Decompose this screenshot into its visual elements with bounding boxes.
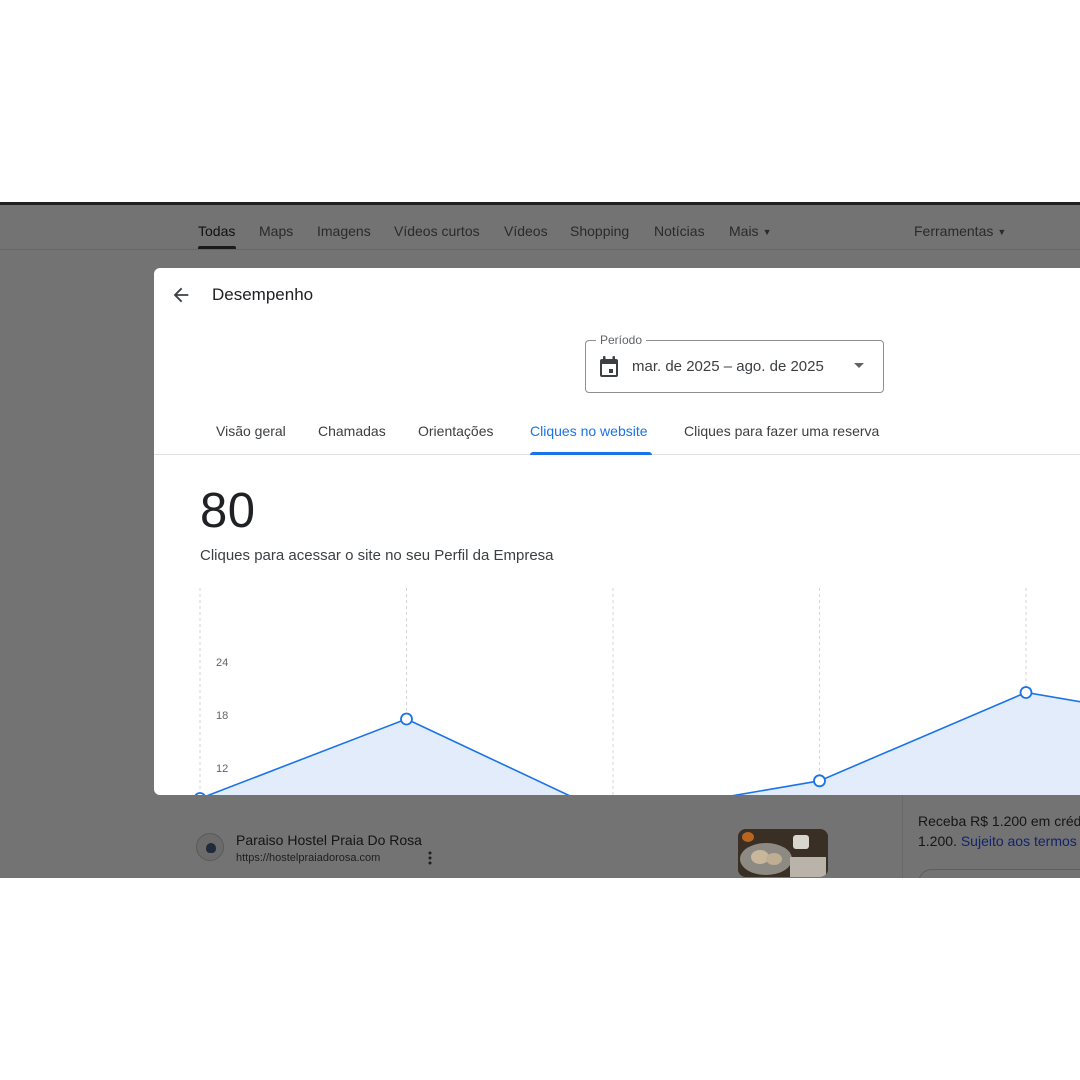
- nav-tab-shopping[interactable]: Shopping: [570, 223, 629, 239]
- period-value: mar. de 2025 – ago. de 2025: [632, 358, 824, 375]
- back-arrow-icon[interactable]: [170, 284, 192, 306]
- calendar-icon: [600, 356, 618, 377]
- metric-total: 80: [200, 484, 256, 538]
- clicks-chart: 2418126: [194, 588, 1080, 795]
- y-tick-18: 18: [216, 710, 228, 722]
- y-tick-12: 12: [216, 763, 228, 775]
- result-thumbnail[interactable]: [738, 829, 828, 877]
- tab-cliques-website[interactable]: Cliques no website: [530, 423, 648, 439]
- performance-dialog: Desempenho Período mar. de 2025 – ago. d…: [154, 268, 1080, 795]
- browser-viewport: Todas Maps Imagens Vídeos curtos Vídeos …: [0, 202, 1080, 878]
- search-nav-bar: Todas Maps Imagens Vídeos curtos Vídeos …: [0, 205, 1080, 250]
- elephant-logo-icon: [206, 843, 216, 853]
- dialog-title: Desempenho: [212, 285, 314, 304]
- period-select[interactable]: Período mar. de 2025 – ago. de 2025: [585, 333, 884, 393]
- dropdown-caret-icon: [854, 363, 864, 368]
- nav-tab-videos-curtos[interactable]: Vídeos curtos: [394, 223, 480, 239]
- tab-visao-geral[interactable]: Visão geral: [216, 423, 286, 439]
- data-point-1: [400, 712, 413, 726]
- nav-tab-maps[interactable]: Maps: [259, 223, 293, 239]
- site-name[interactable]: Paraiso Hostel Praia Do Rosa: [236, 832, 422, 848]
- more-vert-icon[interactable]: [428, 851, 432, 865]
- promo-text: Receba R$ 1.200 em crédito após gastar R…: [918, 811, 1080, 851]
- caret-down-icon: ▼: [997, 227, 1007, 237]
- nav-tab-noticias[interactable]: Notícias: [654, 223, 705, 239]
- active-tab-indicator: [530, 452, 652, 455]
- data-point-3: [813, 774, 826, 788]
- metric-description: Cliques para acessar o site no seu Perfi…: [200, 547, 554, 564]
- tab-cliques-reserva[interactable]: Cliques para fazer uma reserva: [684, 423, 879, 439]
- nav-active-indicator: [198, 246, 236, 249]
- nav-tab-imagens[interactable]: Imagens: [317, 223, 371, 239]
- caret-down-icon: ▼: [762, 227, 772, 237]
- period-label: Período: [596, 333, 647, 347]
- nav-tab-videos[interactable]: Vídeos: [504, 223, 548, 239]
- breakfast-photo: [738, 829, 828, 877]
- data-point-4: [1019, 686, 1033, 699]
- nav-tab-mais[interactable]: Mais ▼: [729, 223, 771, 239]
- series-area: [200, 692, 1080, 795]
- tools-button[interactable]: Ferramentas ▼: [914, 223, 1006, 239]
- metric-tabs: Visão geral Chamadas Orientações Cliques…: [154, 408, 1080, 455]
- nav-tab-todas[interactable]: Todas: [198, 223, 235, 239]
- tab-orientacoes[interactable]: Orientações: [418, 423, 493, 439]
- nav-mais-label: Mais: [729, 223, 759, 239]
- site-favicon: [196, 833, 224, 861]
- tab-chamadas[interactable]: Chamadas: [318, 423, 386, 439]
- search-result[interactable]: Paraiso Hostel Praia Do Rosa https://hos…: [196, 829, 836, 878]
- site-url[interactable]: https://hostelpraiadorosa.com: [236, 852, 380, 864]
- promo-button[interactable]: [918, 869, 1080, 878]
- data-point-0: [194, 792, 206, 795]
- tools-label: Ferramentas: [914, 223, 994, 239]
- y-tick-24: 24: [216, 657, 228, 669]
- promo-panel: Receba R$ 1.200 em crédito após gastar R…: [902, 795, 1080, 878]
- promo-terms-link[interactable]: Sujeito aos termos: [961, 833, 1077, 849]
